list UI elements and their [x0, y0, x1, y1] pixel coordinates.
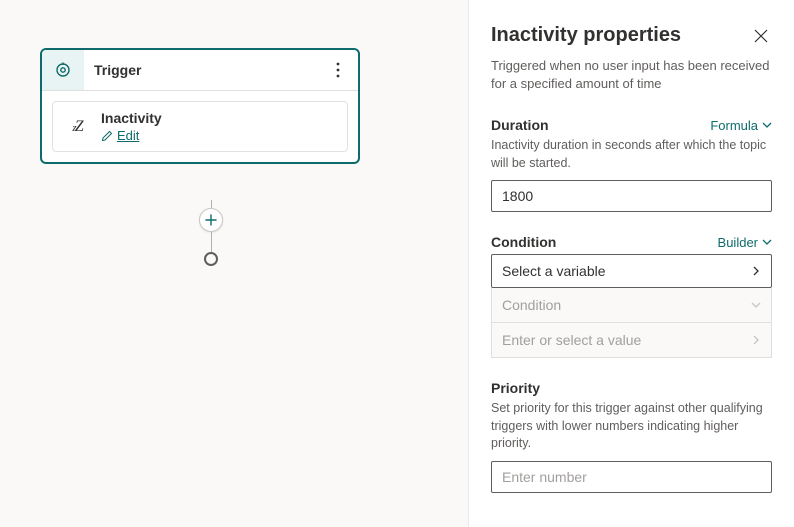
duration-mode-toggle[interactable]: Formula — [710, 118, 772, 133]
sleep-icon: zZ — [63, 118, 91, 136]
end-node — [204, 252, 218, 266]
more-vertical-icon — [336, 62, 340, 78]
variable-select[interactable]: Select a variable — [491, 254, 772, 288]
trigger-icon — [42, 50, 84, 90]
duration-mode-text: Formula — [710, 118, 758, 133]
priority-field: Priority Set priority for this trigger a… — [491, 380, 772, 493]
chevron-right-icon — [751, 266, 761, 276]
chevron-down-icon — [751, 300, 761, 310]
add-node-button[interactable] — [199, 208, 223, 232]
condition-operator-text: Condition — [502, 297, 561, 313]
connector-line — [211, 200, 212, 208]
close-button[interactable] — [750, 25, 772, 47]
pencil-icon — [101, 130, 113, 142]
more-button[interactable] — [318, 50, 358, 90]
variable-select-text: Select a variable — [502, 263, 606, 279]
trigger-card[interactable]: Trigger zZ Inactivity Edit — [40, 48, 360, 164]
panel-description: Triggered when no user input has been re… — [491, 57, 772, 93]
condition-label: Condition — [491, 234, 556, 250]
add-node-connector — [199, 200, 223, 266]
duration-label: Duration — [491, 117, 549, 133]
edit-link[interactable]: Edit — [101, 128, 162, 143]
properties-panel: Inactivity properties Triggered when no … — [469, 0, 794, 527]
plus-icon — [205, 214, 217, 226]
panel-title: Inactivity properties — [491, 24, 681, 47]
duration-help: Inactivity duration in seconds after whi… — [491, 137, 772, 172]
priority-input[interactable] — [491, 461, 772, 493]
condition-mode-text: Builder — [718, 235, 758, 250]
inactivity-label: Inactivity — [101, 110, 162, 126]
duration-input[interactable] — [491, 180, 772, 212]
chevron-down-icon — [762, 237, 772, 247]
edit-label-text: Edit — [117, 128, 139, 143]
condition-mode-toggle[interactable]: Builder — [718, 235, 772, 250]
close-icon — [754, 29, 768, 43]
workflow-canvas: Trigger zZ Inactivity Edit — [0, 0, 469, 527]
duration-field: Duration Formula Inactivity duration in … — [491, 117, 772, 212]
condition-operator-select: Condition — [492, 288, 771, 322]
condition-field: Condition Builder Select a variable Cond… — [491, 234, 772, 358]
connector-line — [211, 232, 212, 252]
condition-builder-disabled: Condition Enter or select a value — [491, 288, 772, 358]
chevron-right-icon — [751, 335, 761, 345]
chevron-down-icon — [762, 120, 772, 130]
trigger-header: Trigger — [42, 50, 358, 91]
condition-value-text: Enter or select a value — [502, 332, 641, 348]
priority-label: Priority — [491, 380, 772, 396]
priority-help: Set priority for this trigger against ot… — [491, 400, 772, 453]
trigger-title: Trigger — [84, 50, 318, 90]
trigger-body: zZ Inactivity Edit — [42, 91, 358, 162]
inactivity-item[interactable]: zZ Inactivity Edit — [52, 101, 348, 152]
condition-value-select: Enter or select a value — [492, 322, 771, 357]
